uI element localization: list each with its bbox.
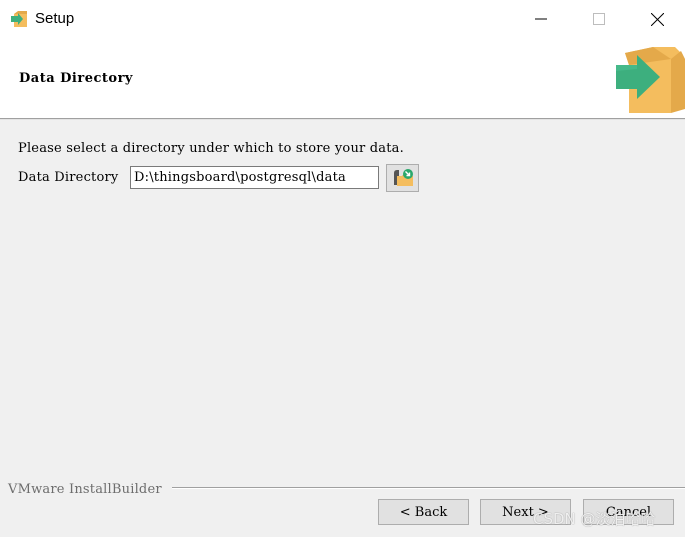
minimize-icon — [535, 18, 547, 20]
footer-separator — [172, 487, 685, 489]
maximize-button[interactable] — [576, 0, 622, 38]
instruction-text: Please select a directory under which to… — [18, 141, 404, 156]
next-button[interactable]: Next > — [480, 499, 571, 525]
window-title: Setup — [35, 10, 75, 27]
close-icon — [650, 12, 664, 26]
maximize-icon — [593, 13, 605, 25]
close-button[interactable] — [634, 0, 680, 38]
installer-box-arrow-icon — [616, 47, 685, 113]
header-separator — [0, 118, 685, 120]
minimize-button[interactable] — [518, 0, 564, 38]
back-button[interactable]: < Back — [378, 499, 469, 525]
installer-box-icon — [11, 11, 27, 27]
cancel-button[interactable]: Cancel — [583, 499, 674, 525]
data-directory-label: Data Directory — [18, 170, 119, 185]
page-title: Data Directory — [19, 71, 133, 86]
folder-browse-icon — [393, 169, 413, 186]
installbuilder-brand: VMware InstallBuilder — [8, 482, 162, 497]
wizard-header: Data Directory — [0, 40, 685, 118]
title-bar: Setup — [0, 0, 685, 40]
browse-button[interactable] — [386, 164, 419, 192]
data-directory-input[interactable] — [130, 166, 379, 189]
